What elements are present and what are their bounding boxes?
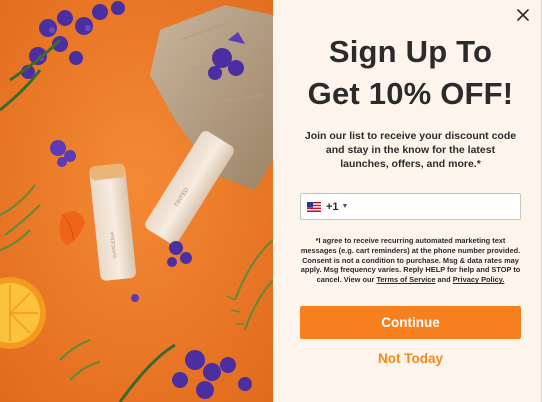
subtitle: Join our list to receive your discount c… xyxy=(304,130,517,170)
close-button[interactable] xyxy=(513,5,533,25)
terms-link[interactable]: Terms of Service xyxy=(376,275,435,284)
hero-image: GARDENIA TINTED xyxy=(0,0,273,402)
phone-input[interactable] xyxy=(356,200,520,213)
close-icon xyxy=(517,9,529,21)
product-photo: GARDENIA TINTED xyxy=(0,0,273,402)
signup-modal: GARDENIA TINTED Sign Up To Get 10% OFF! … xyxy=(0,0,542,402)
headline: Sign Up To Get 10% OFF! xyxy=(300,31,521,115)
signup-panel: Sign Up To Get 10% OFF! Join our list to… xyxy=(273,0,542,402)
chevron-down-icon: ▼ xyxy=(341,203,349,210)
consent-text: *I agree to receive recurring automated … xyxy=(300,236,521,285)
phone-field[interactable]: +1 ▼ xyxy=(300,193,521,220)
privacy-link[interactable]: Privacy Policy. xyxy=(453,275,505,284)
us-flag-icon xyxy=(307,201,321,212)
not-today-button[interactable]: Not Today xyxy=(300,349,521,369)
consent-and: and xyxy=(437,275,451,285)
headline-line-1: Sign Up To xyxy=(328,34,493,69)
dial-code: +1 xyxy=(326,200,339,213)
country-selector[interactable]: +1 ▼ xyxy=(307,201,348,213)
continue-button[interactable]: Continue xyxy=(300,305,521,339)
headline-line-2: Get 10% OFF! xyxy=(307,76,514,111)
